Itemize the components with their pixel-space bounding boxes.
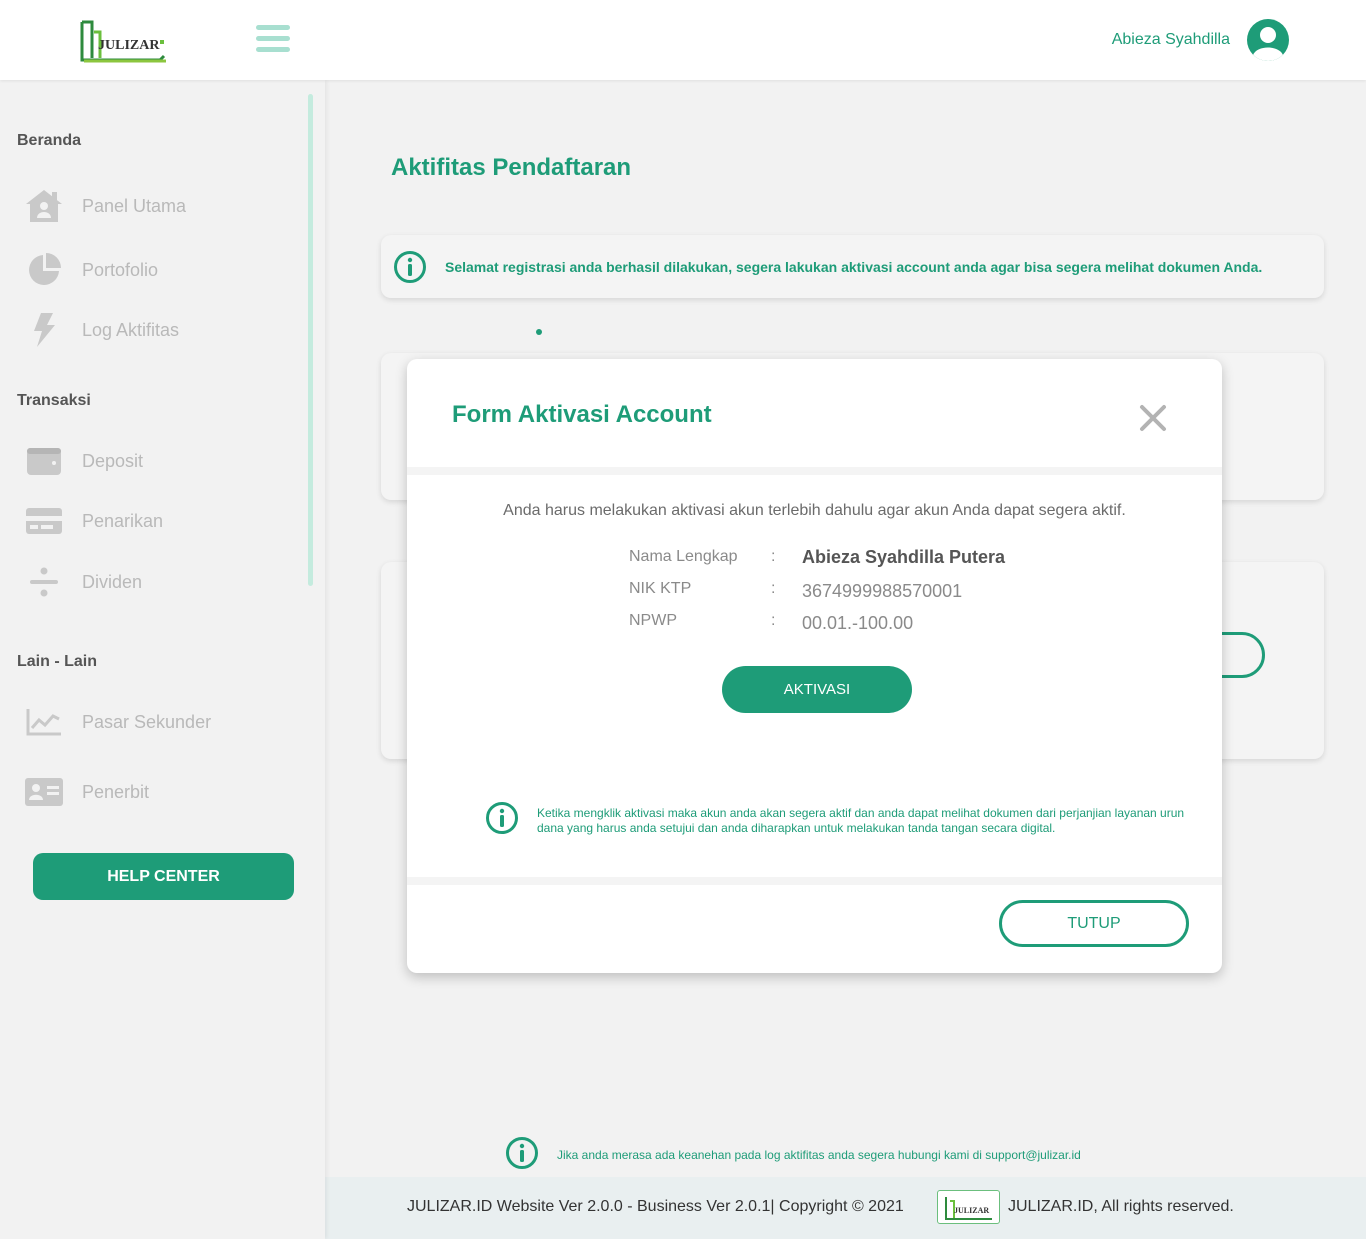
tutup-button[interactable]: TUTUP: [999, 900, 1189, 947]
sidebar-item-dividen[interactable]: Dividen: [22, 560, 292, 604]
sidebar-item-label: Dividen: [82, 572, 143, 592]
modal-divider: [407, 877, 1222, 885]
card-icon: [22, 499, 66, 543]
sidebar-item-panel-utama[interactable]: Panel Utama: [22, 184, 292, 228]
sidebar-item-label: Panel Utama: [82, 196, 187, 216]
close-icon[interactable]: [1138, 403, 1168, 433]
field-label: NPWP: [629, 612, 677, 629]
activation-modal: Form Aktivasi Account Anda harus melakuk…: [407, 359, 1222, 973]
info-icon: [485, 801, 519, 840]
field-row-nama: Nama Lengkap : Abieza Syahdilla Putera: [629, 547, 1129, 572]
id-card-icon: [22, 770, 66, 814]
sidebar-item-label: Pasar Sekunder: [82, 712, 212, 732]
field-value: 3674999988570001: [802, 581, 963, 601]
field-value: 00.01.-100.00: [802, 613, 914, 633]
svg-text:JULIZAR: JULIZAR: [98, 38, 160, 53]
page-footer: JULIZAR.ID Website Ver 2.0.0 - Business …: [325, 1177, 1366, 1239]
sidebar-item-label: Log Aktifitas: [82, 320, 180, 340]
sidebar-item-label: Portofolio: [82, 260, 159, 280]
field-separator: :: [771, 580, 776, 597]
field-row-npwp: NPWP : 00.01.-100.00: [629, 612, 1129, 636]
registration-info-text: Selamat registrasi anda berhasil dilakuk…: [445, 259, 1263, 275]
footer-rights-text: JULIZAR.ID, All rights reserved.: [1008, 1198, 1234, 1215]
activation-note: Ketika mengklik aktivasi maka akun anda …: [537, 806, 1185, 835]
info-icon: [393, 250, 427, 289]
field-separator: :: [771, 612, 776, 629]
sidebar-item-log-aktifitas[interactable]: Log Aktifitas: [22, 308, 292, 352]
sidebar-section-lain-lain: Lain - Lain: [17, 653, 97, 670]
hamburger-bar: [256, 36, 290, 41]
aktivasi-button[interactable]: AKTIVASI: [722, 666, 912, 713]
info-icon: [505, 1136, 539, 1175]
help-center-button[interactable]: HELP CENTER: [33, 853, 294, 900]
svg-text:JULIZAR: JULIZAR: [954, 1206, 989, 1215]
support-note: Jika anda merasa ada keanehan pada log a…: [557, 1148, 1081, 1162]
registration-info-banner: Selamat registrasi anda berhasil dilakuk…: [381, 235, 1324, 298]
modal-title: Form Aktivasi Account: [452, 401, 712, 428]
footer-logo: JULIZAR: [937, 1190, 1000, 1224]
status-dot: [536, 329, 542, 335]
modal-description: Anda harus melakukan aktivasi akun terle…: [503, 502, 1126, 519]
field-row-nik: NIK KTP : 3674999988570001: [629, 580, 1129, 604]
sidebar-item-label: Penerbit: [82, 782, 150, 802]
trend-chart-icon: [22, 700, 66, 744]
sidebar-item-pasar-sekunder[interactable]: Pasar Sekunder: [22, 700, 292, 744]
sidebar-item-label: Penarikan: [82, 511, 164, 531]
user-avatar-icon[interactable]: [1247, 19, 1289, 61]
wallet-icon: [22, 439, 66, 483]
hamburger-bar: [256, 25, 290, 30]
user-name[interactable]: Abieza Syahdilla: [1112, 31, 1230, 49]
field-value: Abieza Syahdilla Putera: [802, 547, 1006, 567]
field-label: Nama Lengkap: [629, 548, 738, 565]
sidebar-scrollbar[interactable]: [308, 94, 313, 586]
home-icon: [22, 184, 66, 228]
divide-icon: [22, 560, 66, 604]
sidebar-item-penerbit[interactable]: Penerbit: [22, 770, 292, 814]
footer-version-text: JULIZAR.ID Website Ver 2.0.0 - Business …: [407, 1198, 904, 1215]
sidebar-section-transaksi: Transaksi: [17, 392, 91, 409]
sidebar-item-label: Deposit: [82, 451, 144, 471]
top-header: JULIZAR Abieza Syahdilla: [0, 0, 1366, 80]
julizar-logo[interactable]: JULIZAR: [80, 18, 170, 64]
modal-divider: [407, 467, 1222, 475]
sidebar-item-portofolio[interactable]: Portofolio: [22, 248, 292, 292]
page-title: Aktifitas Pendaftaran: [391, 154, 632, 181]
lightning-icon: [22, 308, 66, 352]
pie-chart-icon: [22, 248, 66, 292]
field-separator: :: [771, 548, 776, 565]
hamburger-bar: [256, 47, 290, 52]
sidebar-item-penarikan[interactable]: Penarikan: [22, 499, 292, 543]
field-label: NIK KTP: [629, 580, 692, 597]
sidebar: Beranda Panel Utama Portofolio Log Aktif…: [0, 80, 325, 1239]
sidebar-item-deposit[interactable]: Deposit: [22, 439, 292, 483]
sidebar-section-beranda: Beranda: [17, 132, 82, 149]
menu-toggle-button[interactable]: [256, 25, 290, 55]
